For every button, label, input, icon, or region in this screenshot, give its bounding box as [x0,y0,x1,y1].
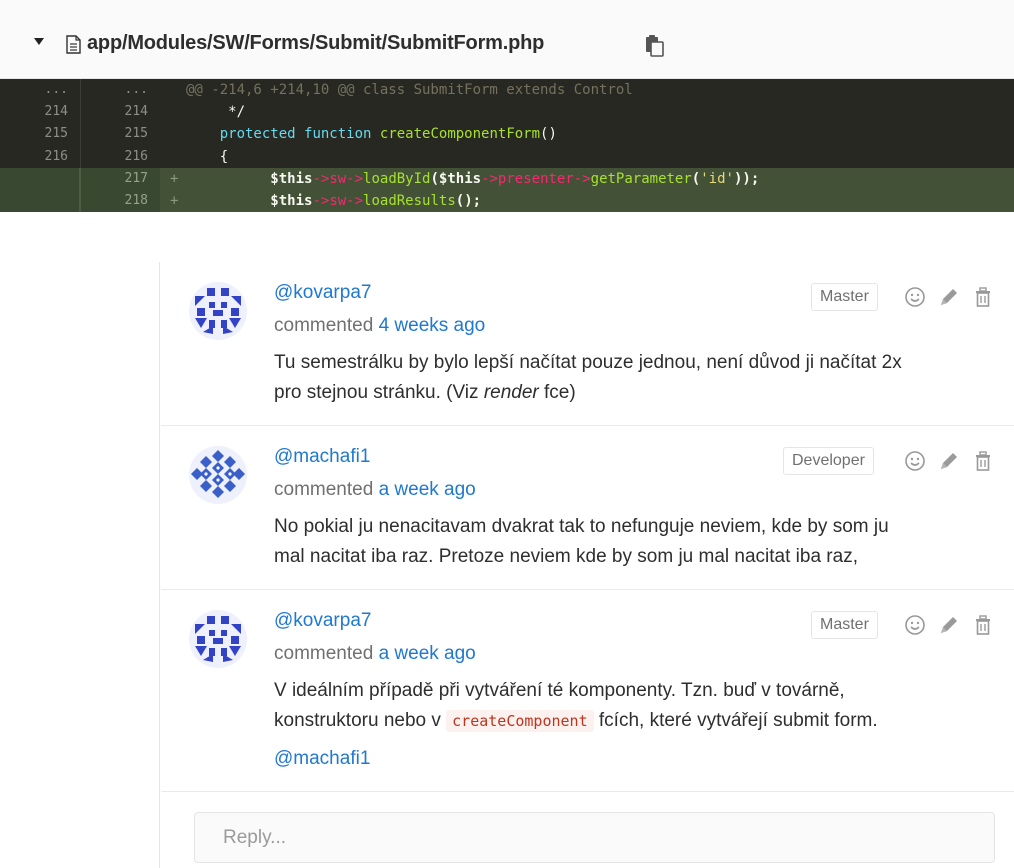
diff-row-added: 217 $this->sw->loadById($this->presenter… [0,167,1014,190]
new-line-number[interactable]: 217 [80,167,160,190]
note: @machafi1 commented a week ago No pokial… [161,426,1014,590]
note: @kovarpa7 commented a week ago V ideální… [161,590,1014,792]
note-body-line: Tu semestrálku by bylo lepší načítat pou… [274,352,902,373]
note-body: No pokial ju nenacitavam dvakrat tak to … [274,512,994,572]
code-line-added: $this->sw->loadResults(); [160,190,1014,212]
code-function-name: createComponentForm [379,126,541,143]
note-body-line: fce) [538,382,576,403]
smiley-icon[interactable] [903,613,927,637]
note: @kovarpa7 commented 4 weeks ago Tu semes… [161,262,1014,426]
file-header: app/Modules/SW/Forms/Submit/SubmitForm.p… [0,0,1014,79]
identicon-icon [195,616,241,662]
avatar[interactable] [189,446,247,504]
code-keyword: function [304,126,372,143]
code-line: { [160,146,1014,168]
role-badge: Master [811,283,878,311]
role-badge: Master [811,611,878,639]
note-meta: commented a week ago [274,643,476,665]
diff-row-added: 218 $this->sw->loadResults(); [0,189,1014,213]
diff-row-context: 215 215 protected function createCompone… [0,123,1014,146]
avatar[interactable] [189,282,247,340]
note-timestamp[interactable]: 4 weeks ago [379,315,486,336]
old-line-number[interactable]: ... [0,79,80,101]
note-body-line: konstruktoru nebo v [274,710,447,731]
note-meta: commented a week ago [274,479,476,501]
smiley-icon[interactable] [903,285,927,309]
note-meta: commented 4 weeks ago [274,315,485,337]
pencil-icon[interactable] [937,613,961,637]
note-action: commented [274,479,374,500]
new-line-number[interactable]: 214 [80,101,160,124]
trash-icon[interactable] [971,613,995,637]
file-path[interactable]: app/Modules/SW/Forms/Submit/SubmitForm.p… [87,32,544,55]
diff-row-hunk: ... ... @@ -214,6 +214,10 @@ class Submi… [0,79,1014,102]
code-keyword: protected [219,126,296,143]
note-body-line: No pokial ju nenacitavam dvakrat tak to … [274,516,889,537]
note-author[interactable]: @kovarpa7 [274,610,371,632]
file-text-icon [66,35,81,54]
diff-gutter [0,262,160,868]
note-timestamp[interactable]: a week ago [379,479,476,500]
note-body-line: fcích, které vytvářejí submit form. [593,710,878,731]
note-body-line: V ideálním případě při vytváření té komp… [274,680,845,701]
smiley-icon[interactable] [903,449,927,473]
old-line-number[interactable]: 215 [0,123,80,145]
role-badge: Developer [783,447,874,475]
code-line-added: $this->sw->loadById($this->presenter->ge… [160,168,1014,190]
caret-down-icon[interactable] [34,38,44,45]
note-body: V ideálním případě při vytváření té komp… [274,676,1004,774]
diff-row-context: 216 216 { [0,145,1014,168]
hunk-header: @@ -214,6 +214,10 @@ class SubmitForm ex… [186,82,633,99]
old-line-number[interactable]: 216 [0,146,80,168]
old-line-number[interactable] [0,167,80,190]
note-timestamp[interactable]: a week ago [379,643,476,664]
reply-area [161,792,1014,868]
pencil-icon[interactable] [937,285,961,309]
user-mention[interactable]: @machafi1 [274,744,370,774]
diff-row-context: 214 214 */ [0,101,1014,124]
discussion-thread: @kovarpa7 commented 4 weeks ago Tu semes… [0,262,1014,868]
new-line-number[interactable]: 218 [80,189,160,213]
diff-view: ... ... @@ -214,6 +214,10 @@ class Submi… [0,79,1014,213]
identicon-icon [195,288,241,334]
new-line-number[interactable]: 216 [80,145,160,168]
note-body-line: mal nacitat iba raz. Pretoze neviem kde … [274,546,858,567]
inline-code: createComponent [446,710,594,732]
trash-icon[interactable] [971,285,995,309]
code-punct: () [540,126,557,143]
note-author[interactable]: @machafi1 [274,446,370,468]
reply-input[interactable] [194,812,995,863]
code-brace: { [219,148,229,165]
note-body: Tu semestrálku by bylo lepší načítat pou… [274,348,994,408]
note-action: commented [274,315,374,336]
code-comment: */ [186,104,246,121]
new-line-number[interactable]: 215 [80,123,160,146]
note-body-line: pro stejnou stránku. (Viz [274,382,484,403]
code-line: protected function createComponentForm() [160,123,1014,145]
note-body-emphasis: render [483,382,539,403]
new-line-number[interactable]: ... [80,79,160,102]
trash-icon[interactable] [971,449,995,473]
copy-icon[interactable] [645,35,665,57]
old-line-number[interactable]: 214 [0,101,80,123]
code-line: */ [160,101,1014,123]
note-author[interactable]: @kovarpa7 [274,282,371,304]
note-action: commented [274,643,374,664]
identicon-icon [191,450,245,498]
avatar[interactable] [189,610,247,668]
old-line-number[interactable] [0,189,80,213]
pencil-icon[interactable] [937,449,961,473]
